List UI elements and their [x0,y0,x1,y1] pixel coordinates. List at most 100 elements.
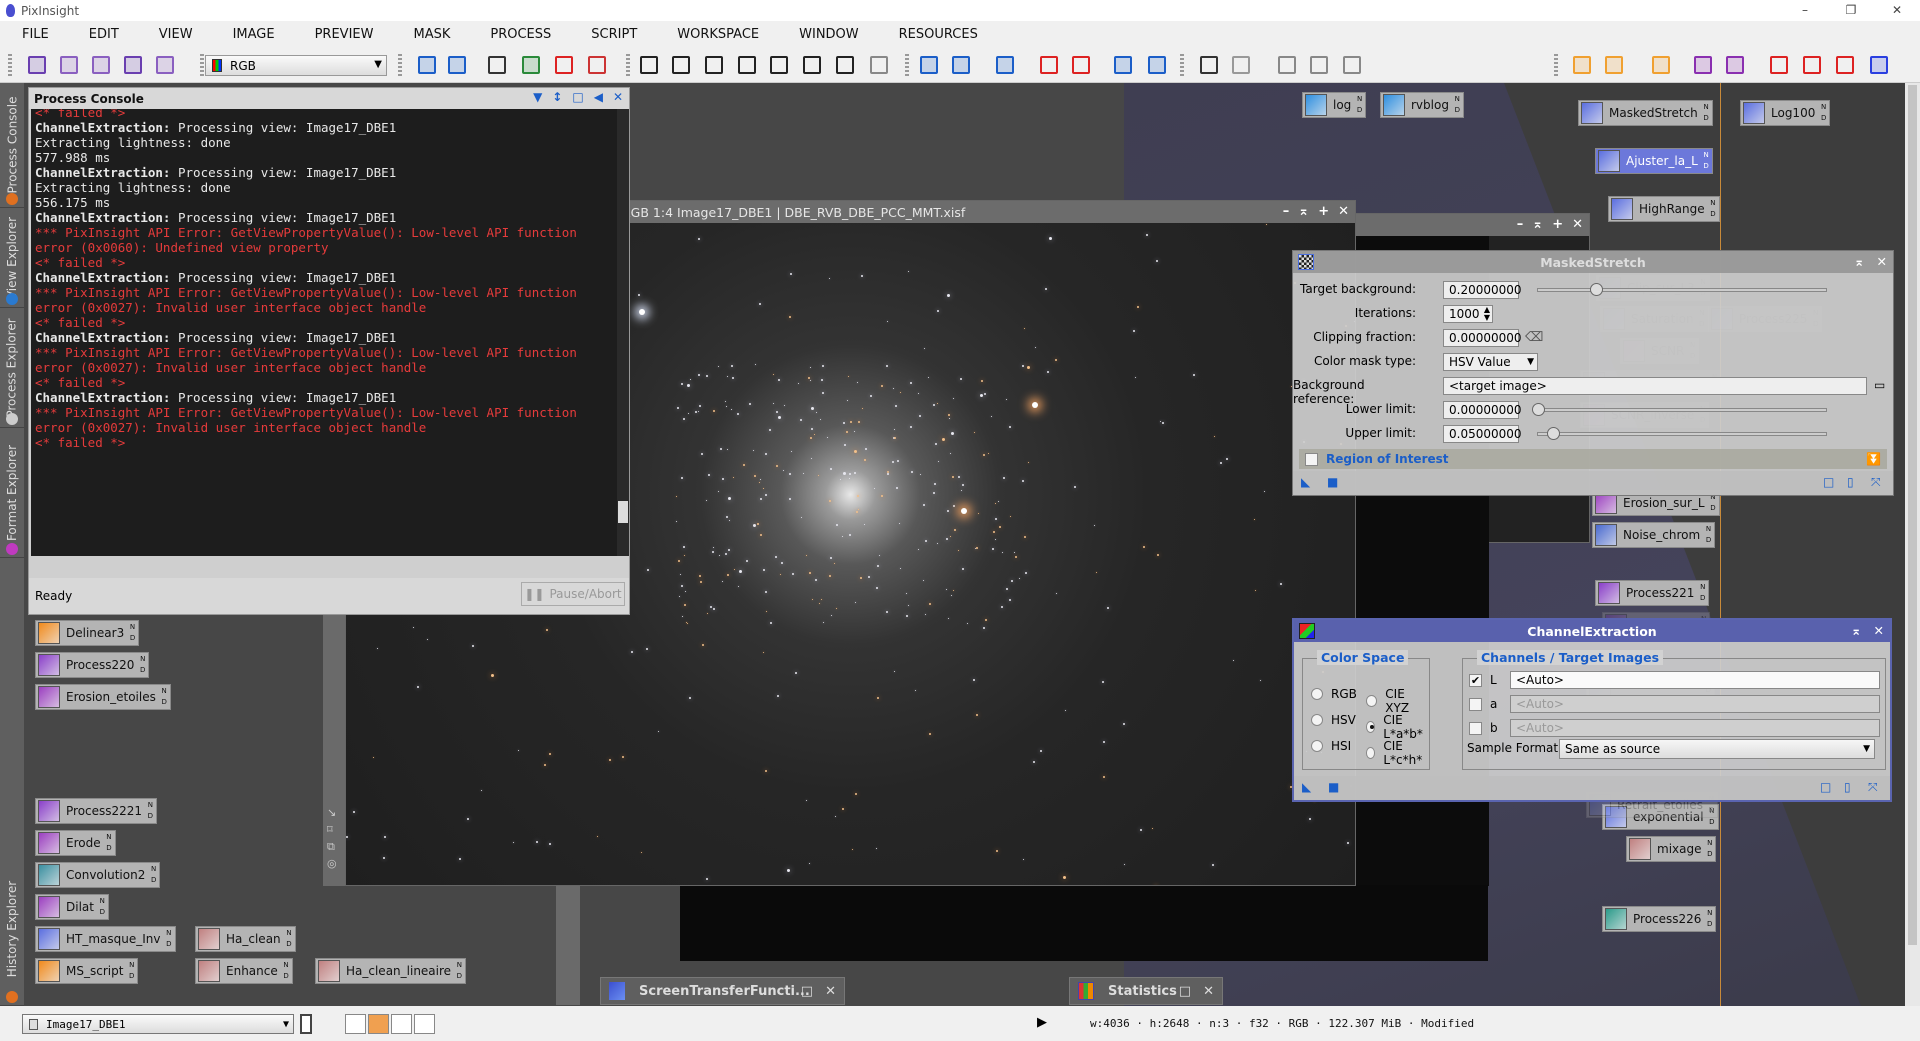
process-icon-log100[interactable]: Log100 N D [1740,100,1831,126]
mirror-icon[interactable] [92,56,110,74]
process-icon-log[interactable]: log N D [1302,92,1367,118]
radio-button[interactable] [1366,721,1376,733]
stf-link-icon[interactable] [1148,56,1166,74]
target-background-slider[interactable] [1537,283,1827,296]
float-icon[interactable]: □ [572,90,583,104]
clipping-fraction-input[interactable]: 0.00000000 [1443,329,1522,347]
minimize-icon[interactable]: – [1517,217,1524,232]
menu-workspace[interactable]: WORKSPACE [677,27,759,42]
color-icon[interactable] [588,56,606,74]
menu-preview[interactable]: PREVIEW [315,27,374,42]
preview-icon[interactable]: ⤧ [1868,781,1880,793]
lower-limit-slider[interactable] [1532,403,1827,416]
close-all-icon[interactable] [1803,56,1821,74]
side-tab-process-console[interactable]: Process Console [0,83,24,208]
side-tab-process-explorer[interactable]: Process Explorer [0,308,24,428]
process-icon-ha-clean-lineaire[interactable]: Ha_clean_lineaire N D [315,958,467,984]
restore-icon[interactable]: □ [801,984,813,999]
shade-icon[interactable]: ⌅ [1854,254,1864,269]
radio-cie-xyz[interactable]: CIE XYZ [1366,687,1429,715]
shade-icon[interactable]: ⌅ [1298,204,1309,219]
toolbar-grip[interactable] [398,54,402,76]
upper-limit-input[interactable]: 0.05000000 [1443,425,1522,443]
menu-mask[interactable]: MASK [413,27,450,42]
target-background-input[interactable]: 0.20000000 [1443,281,1522,299]
radio-cie-l-c-h-[interactable]: CIE L*c*h* [1366,739,1429,767]
toolbar-grip[interactable] [905,54,909,76]
slider-knob[interactable] [1546,427,1560,440]
toolbar-grip[interactable] [626,54,630,76]
shade-icon[interactable]: ⌅ [1851,623,1861,638]
mask-show-icon[interactable] [1278,56,1296,74]
side-tab-format-explorer[interactable]: Format Explorer [0,428,24,558]
explorer-icon[interactable] [1870,56,1888,74]
image-window-titlebar[interactable]: – ⌅ + ✕ [1341,214,1589,236]
open-url-icon[interactable] [1652,56,1670,74]
roi-checkbox[interactable] [1305,452,1318,466]
window-icon[interactable] [1200,56,1218,74]
workspace-scrollbar[interactable] [1905,83,1920,1006]
process-icon-process2221[interactable]: Process2221 N D [35,798,158,824]
close-icon[interactable]: ✕ [825,984,836,999]
radio-button[interactable] [1366,695,1378,707]
side-tab-history-explorer[interactable]: History Explorer [0,853,24,1006]
menu-down-icon[interactable]: ▼ [533,90,542,104]
close-icon[interactable]: ✕ [1572,217,1583,232]
maximize-icon[interactable]: + [1552,217,1563,232]
channel-checkbox[interactable] [1469,697,1482,711]
scrollbar-thumb[interactable] [618,501,628,523]
radio-button[interactable] [1366,747,1376,759]
mask-mode-3[interactable] [391,1014,412,1034]
reset-icon[interactable]: ▯ [1847,476,1859,488]
channel-select[interactable]: RGB ▼ [205,55,387,76]
mask-mode-1[interactable] [345,1014,366,1034]
process-icon-ajuster-la-l[interactable]: Ajuster_la_L N D [1595,148,1713,174]
process-icon-rvblog[interactable]: rvblog N D [1380,92,1464,118]
region-of-interest-section[interactable]: Region of Interest ⏬ [1299,449,1887,469]
fit-view-icon[interactable] [803,56,821,74]
save-icon[interactable] [1694,56,1712,74]
pause-abort-button[interactable]: ❚❚ Pause/Abort [521,582,625,606]
close-icon[interactable]: ✕ [1874,623,1884,638]
process-icon-ms-script[interactable]: MS_script N D [35,958,139,984]
resize-icon[interactable]: ↕ [552,90,562,104]
sample-format-select[interactable]: Same as source ▼ [1559,739,1875,759]
close-icon[interactable]: ✕ [613,90,623,104]
process-icon-ht-masque-inv[interactable]: HT_masque_Inv N D [35,926,176,952]
process-icon-maskedstretch[interactable]: MaskedStretch N D [1578,100,1713,126]
select-view-icon[interactable]: ▭ [1874,378,1885,392]
process-icon-process220[interactable]: Process220 N D [35,652,150,678]
process-icon-delinear3[interactable]: Delinear3 N D [35,620,140,646]
process-icon-mixage[interactable]: mixage N D [1626,836,1717,862]
mask-mode-4[interactable] [414,1014,435,1034]
undo-icon[interactable] [418,56,436,74]
menu-script[interactable]: SCRIPT [591,27,637,42]
flip-icon[interactable] [60,56,78,74]
channel-checkbox[interactable]: ✔ [1469,673,1482,687]
close-others-icon[interactable] [1836,56,1854,74]
close-icon[interactable]: ✕ [1877,254,1887,269]
view-toggle-icon[interactable] [300,1014,312,1034]
menu-file[interactable]: FILE [22,27,49,42]
expand-icon[interactable]: ⏬ [1866,452,1881,466]
scrollbar-thumb[interactable] [1908,85,1917,945]
radio-button[interactable] [1311,688,1323,700]
menu-edit[interactable]: EDIT [89,27,119,42]
move-icon[interactable] [770,56,788,74]
apply-icon[interactable]: ■ [1328,781,1340,793]
flip-vertical-icon[interactable] [124,56,142,74]
new-instance-icon[interactable]: ◣ [1302,781,1314,793]
browse-docs-icon[interactable]: □ [1820,781,1832,793]
channel-target-input[interactable]: <Auto> [1510,671,1880,689]
channel-extraction-titlebar[interactable]: ChannelExtraction ⌅ ✕ [1294,620,1890,642]
apply-icon[interactable]: ■ [1327,476,1339,488]
minimize-icon[interactable]: – [1283,204,1290,219]
iterations-spinbox[interactable]: 1000 ▲ ▼ [1443,305,1493,323]
process-icon-process226[interactable]: Process226 N D [1602,906,1717,932]
restore-icon[interactable]: □ [1179,984,1191,999]
browse-docs-icon[interactable]: □ [1823,476,1835,488]
screen-close-icon[interactable] [1040,56,1058,74]
radio-hsi[interactable]: HSI [1311,739,1351,753]
toolbar-grip[interactable] [200,54,204,76]
play-icon[interactable]: ▶ [1037,1015,1047,1030]
